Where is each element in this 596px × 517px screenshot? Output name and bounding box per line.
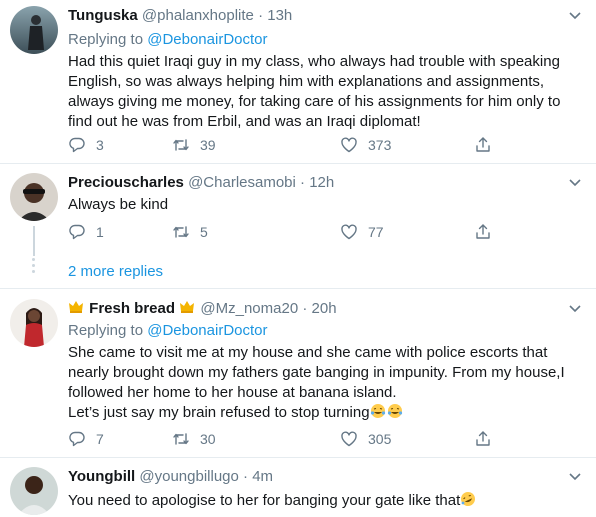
tweet-4[interactable]: Youngbill @youngbillugo · 4m You need to… xyxy=(0,458,596,517)
retweet-button[interactable]: 5 xyxy=(172,222,208,242)
avatar-tunguska[interactable] xyxy=(10,6,58,54)
thread-dots xyxy=(32,258,36,276)
share-icon xyxy=(476,137,490,152)
reply-count: 3 xyxy=(96,137,104,153)
timestamp[interactable]: 12h xyxy=(309,174,334,191)
share-button[interactable] xyxy=(474,135,492,155)
retweet-icon xyxy=(173,433,189,445)
more-replies-link[interactable]: 2 more replies xyxy=(68,263,163,280)
tweet-2[interactable]: Preciouscharles @Charlesamobi · 12h Alwa… xyxy=(0,164,596,256)
like-button[interactable]: 77 xyxy=(340,222,384,242)
handle[interactable]: @Mz_noma20 xyxy=(200,300,298,317)
reply-icon xyxy=(69,137,85,153)
timestamp[interactable]: 20h xyxy=(312,300,337,317)
tweet-text: Had this quiet Iraqi guy in my class, wh… xyxy=(68,53,561,130)
tweet-text-continued: Let’s just say my brain refused to stop … xyxy=(68,404,370,421)
tears-of-joy-emoji-icon xyxy=(370,404,385,418)
separator-dot: · xyxy=(300,174,306,191)
timestamp[interactable]: 13h xyxy=(267,7,292,24)
like-count: 305 xyxy=(368,431,392,447)
replying-to: Replying to @DebonairDoctor xyxy=(68,321,584,341)
tweet-header: Preciouscharles @Charlesamobi · 12h xyxy=(68,173,584,193)
tweet-text-line: Let’s just say my brain refused to stop … xyxy=(68,403,584,423)
like-icon xyxy=(341,137,357,153)
reply-button[interactable]: 1 xyxy=(68,222,104,242)
separator-dot: · xyxy=(302,300,308,317)
replying-prefix: Replying to xyxy=(68,322,144,339)
mention-link[interactable]: @DebonairDoctor xyxy=(147,31,267,48)
tears-of-joy-emoji-icon xyxy=(387,404,402,418)
avatar-preciouscharles[interactable] xyxy=(10,173,58,221)
handle[interactable]: @youngbillugo xyxy=(139,468,238,485)
crown-emoji-icon xyxy=(69,301,83,313)
separator-dot: · xyxy=(243,468,249,485)
crown-emoji-icon xyxy=(180,301,195,313)
handle[interactable]: @Charlesamobi xyxy=(188,174,296,191)
tweet-text: Always be kind xyxy=(68,196,169,213)
chevron-down-icon[interactable] xyxy=(566,299,584,317)
like-icon xyxy=(341,224,357,240)
timestamp[interactable]: 4m xyxy=(252,468,273,485)
tweet-text-line: You need to apologise to her for banging… xyxy=(68,491,584,511)
handle[interactable]: @phalanxhoplite xyxy=(142,7,254,24)
like-button[interactable]: 305 xyxy=(340,429,391,449)
chevron-down-icon[interactable] xyxy=(566,173,584,191)
like-count: 77 xyxy=(368,224,384,240)
replying-prefix: Replying to xyxy=(68,31,144,48)
avatar-fresh-bread[interactable] xyxy=(10,299,58,347)
like-count: 373 xyxy=(368,137,392,153)
share-button[interactable] xyxy=(474,429,492,449)
tweet-header: Tunguska @phalanxhoplite · 13h xyxy=(68,6,584,26)
avatar-youngbill[interactable] xyxy=(10,467,58,515)
retweet-count: 5 xyxy=(200,224,208,240)
retweet-icon xyxy=(173,226,189,238)
chevron-down-icon[interactable] xyxy=(566,6,584,24)
reply-icon xyxy=(69,431,85,447)
display-name[interactable]: Fresh bread xyxy=(89,300,175,317)
reply-button[interactable]: 3 xyxy=(68,135,104,155)
retweet-count: 39 xyxy=(200,137,216,153)
reply-count: 1 xyxy=(96,224,104,240)
tweet-text: She came to visit me at my house and she… xyxy=(68,344,565,401)
separator-dot: · xyxy=(258,7,264,24)
display-name[interactable]: Tunguska xyxy=(68,7,138,24)
chevron-down-icon[interactable] xyxy=(566,467,584,485)
thread-line xyxy=(33,226,35,256)
replying-to: Replying to @DebonairDoctor xyxy=(68,30,584,50)
share-icon xyxy=(476,431,490,446)
retweet-count: 30 xyxy=(200,431,216,447)
tweet-header: Fresh bread @Mz_noma20 · 20h xyxy=(68,299,584,319)
like-button[interactable]: 373 xyxy=(340,135,391,155)
tweet-text: You need to apologise to her for banging… xyxy=(68,492,461,509)
share-button[interactable] xyxy=(474,222,492,242)
tweet-actions: 1 5 77 xyxy=(68,222,508,242)
retweet-button[interactable]: 30 xyxy=(172,429,216,449)
mention-link[interactable]: @DebonairDoctor xyxy=(147,322,267,339)
tweet-1[interactable]: Tunguska @phalanxhoplite · 13h Replying … xyxy=(0,0,596,168)
reply-icon xyxy=(69,224,85,240)
retweet-icon xyxy=(173,139,189,151)
tweet-actions: 3 39 373 xyxy=(68,135,508,155)
tweet-header: Youngbill @youngbillugo · 4m xyxy=(68,467,584,487)
display-name[interactable]: Youngbill xyxy=(68,468,135,485)
like-icon xyxy=(341,431,357,447)
rofl-emoji-icon xyxy=(461,492,476,506)
display-name[interactable]: Preciouscharles xyxy=(68,174,184,191)
tweet-actions: 7 30 305 xyxy=(68,429,508,449)
reply-count: 7 xyxy=(96,431,104,447)
tweet-3[interactable]: Fresh bread @Mz_noma20 · 20h Replying to… xyxy=(0,289,596,457)
reply-button[interactable]: 7 xyxy=(68,429,104,449)
share-icon xyxy=(476,224,490,239)
retweet-button[interactable]: 39 xyxy=(172,135,216,155)
